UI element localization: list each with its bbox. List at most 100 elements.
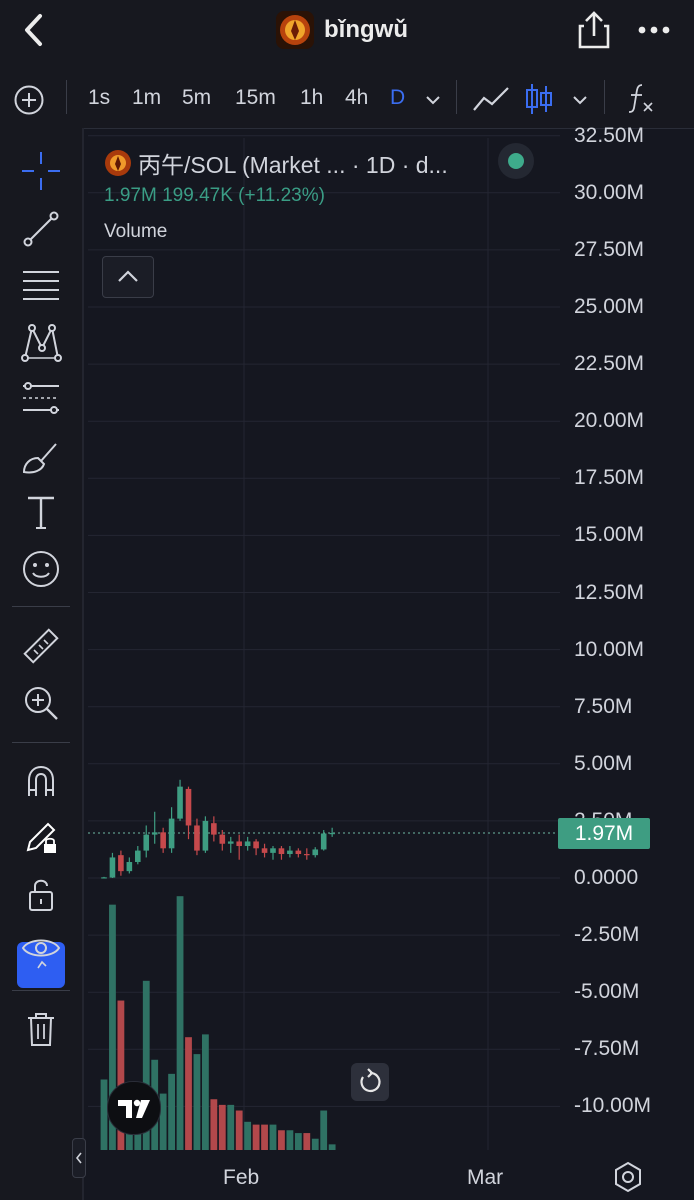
toolbar-divider: [12, 606, 70, 607]
trash-icon[interactable]: [20, 1008, 62, 1050]
volume-bar: [320, 1110, 328, 1150]
candle-body: [211, 823, 217, 835]
volume-bar: [328, 1144, 336, 1150]
price-axis-label: 0.0000: [574, 866, 639, 889]
candle-body: [143, 834, 150, 851]
tradingview-icon: [118, 1099, 150, 1118]
toolbar-divider: [66, 80, 67, 114]
pattern-icon[interactable]: [20, 322, 62, 364]
drawing-toolbar: [0, 128, 84, 1200]
chevron-left-icon: [75, 1152, 82, 1164]
add-symbol-icon[interactable]: [13, 84, 45, 116]
volume-bar: [252, 1124, 260, 1150]
volume-bar: [311, 1138, 319, 1150]
candle-body: [320, 833, 327, 850]
market-status-indicator[interactable]: [498, 143, 534, 179]
magnet-icon[interactable]: [20, 760, 62, 802]
interval-dropdown-icon[interactable]: [424, 94, 442, 106]
candlestick-icon[interactable]: [524, 82, 554, 116]
emoji-icon[interactable]: [20, 548, 62, 590]
interval-5m[interactable]: 5m: [182, 84, 211, 112]
price-axis-label: 32.50M: [574, 123, 645, 147]
volume-bar: [218, 1104, 226, 1150]
interval-d[interactable]: D: [390, 84, 405, 112]
zoom-in-icon[interactable]: [20, 682, 62, 724]
ruler-icon[interactable]: [20, 626, 62, 668]
chevron-up-icon: [118, 270, 138, 282]
indicators-icon[interactable]: [624, 82, 656, 114]
chart-legend: 丙午/SOL (Market ... · 1D · d...: [104, 146, 448, 180]
volume-bar: [185, 1037, 192, 1150]
crosshair-icon[interactable]: [20, 150, 62, 192]
price-axis-label: 20.00M: [574, 409, 645, 433]
candle-body: [109, 857, 116, 878]
tradingview-logo[interactable]: [107, 1081, 161, 1135]
interval-4h[interactable]: 4h: [345, 84, 368, 112]
price-axis-label: 30.00M: [574, 180, 645, 204]
candle-body: [227, 841, 234, 844]
collapse-legend-button[interactable]: [102, 256, 154, 298]
candle-body: [185, 788, 192, 826]
interval-1h[interactable]: 1h: [300, 84, 323, 112]
interval-1s[interactable]: 1s: [88, 84, 110, 112]
candle-body: [118, 855, 124, 872]
volume-bar: [193, 1054, 201, 1150]
volume-bar: [176, 896, 184, 1150]
brush-icon[interactable]: [20, 436, 62, 478]
text-tool-icon[interactable]: [20, 492, 62, 534]
volume-bar: [100, 1079, 108, 1150]
candle-body: [135, 850, 141, 863]
candle-body: [160, 832, 166, 849]
candle-body: [177, 786, 183, 819]
volume-bar: [261, 1124, 268, 1150]
more-icon[interactable]: [636, 16, 672, 44]
candle-body: [168, 818, 175, 849]
interval-15m[interactable]: 15m: [235, 84, 276, 112]
candle-body: [244, 841, 251, 847]
toolbar-divider: [12, 742, 70, 743]
settings-icon[interactable]: [612, 1160, 644, 1194]
visibility-icon[interactable]: [20, 928, 62, 970]
back-icon[interactable]: [18, 12, 48, 48]
line-chart-icon[interactable]: [472, 84, 510, 114]
volume-bar: [303, 1133, 311, 1150]
price-axis-label: 22.50M: [574, 352, 645, 376]
time-label-feb: Feb: [223, 1166, 260, 1189]
volume-values: 1.97M 199.47K (+11.23%): [104, 185, 325, 206]
price-axis-label: -5.00M: [574, 980, 640, 1004]
share-icon[interactable]: [576, 10, 612, 50]
volume-bar: [235, 1110, 243, 1150]
volume-indicator-label: Volume: [104, 221, 168, 242]
volume-bar: [244, 1121, 252, 1150]
top-bar: bǐngwǔ: [0, 0, 694, 66]
candle-body: [261, 848, 268, 853]
price-axis-label: 27.50M: [574, 237, 645, 261]
toolbar-collapse-handle[interactable]: [72, 1138, 86, 1178]
price-axis-label: 5.00M: [574, 751, 633, 775]
candle-body: [219, 834, 226, 844]
page-title: bǐngwǔ: [324, 16, 408, 43]
trend-line-icon[interactable]: [20, 208, 62, 250]
token-logo-icon: [105, 150, 131, 176]
forecast-icon[interactable]: [20, 378, 62, 420]
price-axis-label: -2.50M: [574, 923, 640, 947]
chart-toolbar: 1s 1m 5m 15m 1h 4h D: [0, 66, 694, 129]
volume-bar: [227, 1104, 235, 1150]
symbol-label[interactable]: 丙午/SOL (Market ... · 1D · d...: [138, 146, 448, 180]
candle-body: [270, 848, 276, 853]
interval-1m[interactable]: 1m: [132, 84, 161, 112]
unlock-icon[interactable]: [20, 874, 62, 916]
volume-bar: [294, 1133, 302, 1150]
toolbar-divider: [604, 80, 605, 114]
fib-retracement-icon[interactable]: [20, 264, 62, 306]
candle-body: [312, 849, 319, 856]
reset-chart-button[interactable]: [351, 1063, 389, 1101]
candle-body: [151, 832, 158, 835]
chart-type-dropdown-icon[interactable]: [571, 94, 589, 106]
price-axis-label: 12.50M: [574, 580, 645, 604]
token-title: bǐngwǔ: [276, 11, 408, 49]
price-axis-label: 10.00M: [574, 637, 645, 661]
toolbar-divider: [12, 990, 70, 991]
candle-body: [295, 850, 302, 855]
candle-body: [287, 850, 293, 855]
